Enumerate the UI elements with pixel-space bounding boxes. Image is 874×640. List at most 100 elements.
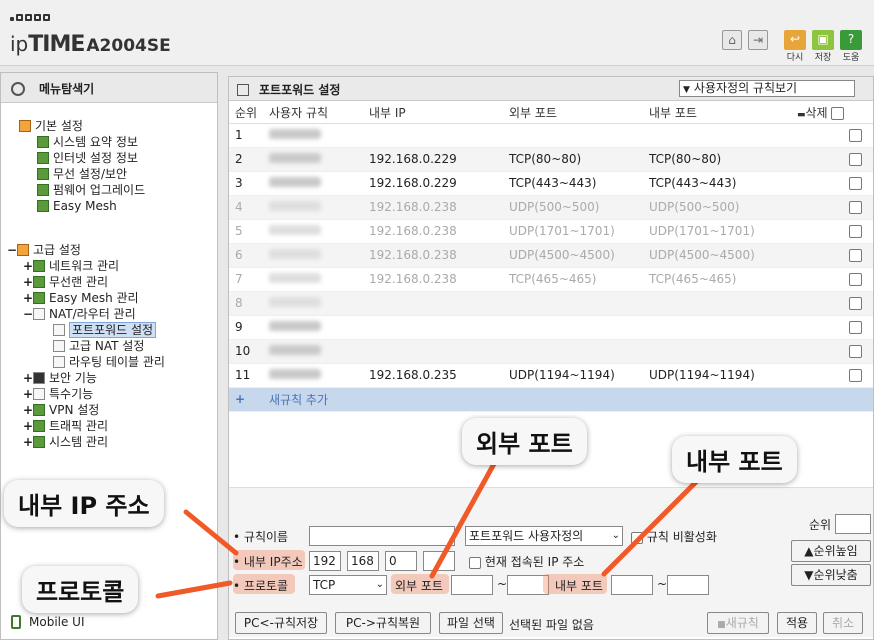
restart-button[interactable]: ↩ xyxy=(784,30,806,50)
rule-name xyxy=(269,315,369,340)
tree-item-traffic[interactable]: + 트래픽 관리 xyxy=(23,418,108,434)
tree-item-routing-table[interactable]: 라우팅 테이블 관리 xyxy=(53,354,165,370)
rule-outer-port: TCP(465~465) xyxy=(509,267,649,292)
table-row[interactable]: 10 xyxy=(229,339,873,364)
rule-inner-ip: 192.168.0.238 xyxy=(369,219,509,244)
table-row[interactable]: 5 192.168.0.238 UDP(1701~1701) UDP(1701~170… xyxy=(229,219,873,244)
delete-checkbox[interactable] xyxy=(849,345,862,358)
new-rule-row[interactable]: + 새규칙 추가 xyxy=(229,387,873,412)
tree-item-port-forward[interactable]: 포트포워드 설정 xyxy=(53,322,157,338)
tree-item-wireless[interactable]: 무선 설정/보안 xyxy=(37,166,127,182)
table-row[interactable]: 8 xyxy=(229,291,873,316)
tree-item-firmware[interactable]: 펌웨어 업그레이드 xyxy=(37,182,145,198)
table-row[interactable]: 9 xyxy=(229,315,873,340)
cancel-button[interactable]: 취소 xyxy=(823,612,863,634)
tree-item-security[interactable]: + 보안 기능 xyxy=(23,370,97,386)
restart-label: 다시 xyxy=(786,53,804,63)
rank-up-button[interactable]: ▲순위높임 xyxy=(791,540,871,562)
delete-checkbox[interactable] xyxy=(849,177,862,190)
view-rules-select[interactable]: ▼ 사용자정의 규칙보기 xyxy=(679,80,855,97)
tree-item-vpn[interactable]: + VPN 설정 xyxy=(23,402,99,418)
wifi-icon xyxy=(33,276,45,288)
file-select-button[interactable]: 파일 선택 xyxy=(439,612,503,634)
window-icon xyxy=(237,84,249,96)
disable-rule[interactable]: 규칙 비활성화 xyxy=(631,528,717,545)
rule-name-input[interactable] xyxy=(309,526,455,546)
tree-item-system[interactable]: + 시스템 관리 xyxy=(23,434,108,450)
table-row[interactable]: 3 192.168.0.229 TCP(443~443) TCP(443~443) xyxy=(229,171,873,196)
tree-item-internet-info[interactable]: 인터넷 설정 정보 xyxy=(37,150,138,166)
tree-item-system-summary[interactable]: 시스템 요약 정보 xyxy=(37,134,138,150)
outer-port-start[interactable] xyxy=(451,575,493,595)
table-row[interactable]: 1 xyxy=(229,123,873,148)
rule-type-select[interactable]: 포트포워드 사용자정의 ⌄ xyxy=(465,526,623,546)
home-icon[interactable]: ⌂ xyxy=(722,30,742,50)
protocol-select[interactable]: TCP ⌄ xyxy=(309,575,387,595)
tree-item-easymesh-manage[interactable]: + Easy Mesh 관리 xyxy=(23,290,139,306)
ip-octet-2[interactable]: 168 xyxy=(347,551,379,571)
delete-checkbox[interactable] xyxy=(849,297,862,310)
rule-name xyxy=(269,123,369,148)
pc-restore-button[interactable]: PC->규칙복원 xyxy=(335,612,431,634)
rule-inner-port: UDP(1701~1701) xyxy=(649,219,789,244)
disable-rule-checkbox[interactable] xyxy=(631,531,643,544)
delete-checkbox[interactable] xyxy=(849,201,862,214)
rule-inner-port: TCP(443~443) xyxy=(649,171,789,196)
delete-checkbox[interactable] xyxy=(849,225,862,238)
delete-checkbox[interactable] xyxy=(849,321,862,334)
table-row[interactable]: 6 192.168.0.238 UDP(4500~4500) UDP(4500~450… xyxy=(229,243,873,268)
rule-num: 11 xyxy=(229,363,269,388)
rule-inner-ip: 192.168.0.238 xyxy=(369,267,509,292)
rank-down-button[interactable]: ▼순위낮춤 xyxy=(791,564,871,586)
current-ip[interactable]: 현재 접속된 IP 주소 xyxy=(469,553,584,570)
table-row[interactable]: 7 192.168.0.238 TCP(465~465) TCP(465~465) xyxy=(229,267,873,292)
folder-icon xyxy=(17,244,29,256)
ip-octet-1[interactable]: 192 xyxy=(309,551,341,571)
delete-checkbox[interactable] xyxy=(849,369,862,382)
tree-item-network[interactable]: + 네트워크 관리 xyxy=(23,258,119,274)
apply-button[interactable]: 적용 xyxy=(777,612,817,634)
pc-save-button[interactable]: PC<-규칙저장 xyxy=(235,612,327,634)
help-button[interactable]: ? xyxy=(840,30,862,50)
tree-advanced-settings[interactable]: − 고급 설정 xyxy=(7,242,81,258)
page-icon xyxy=(53,324,65,336)
inner-port-label: 내부 포트 xyxy=(555,579,603,593)
delete-checkbox[interactable] xyxy=(849,273,862,286)
callout-inner-port: 내부 포트 xyxy=(672,436,797,483)
logout-icon[interactable]: ⇥ xyxy=(748,30,768,50)
tree-item-easymesh[interactable]: Easy Mesh xyxy=(37,198,117,214)
current-ip-checkbox[interactable] xyxy=(469,556,481,569)
table-row[interactable]: 11 192.168.0.235 UDP(1194~1194) UDP(1194~11… xyxy=(229,363,873,388)
new-rule-button[interactable]: ■새규칙 xyxy=(707,612,769,634)
table-row[interactable]: 2 192.168.0.229 TCP(80~80) TCP(80~80) xyxy=(229,147,873,172)
delete-checkbox[interactable] xyxy=(849,153,862,166)
rule-inner-port: UDP(1194~1194) xyxy=(649,363,789,388)
mobile-ui-link[interactable]: Mobile UI xyxy=(11,615,85,629)
special-icon xyxy=(33,388,45,400)
tree-item-advanced-nat[interactable]: 고급 NAT 설정 xyxy=(53,338,144,354)
ip-octet-4[interactable] xyxy=(423,551,455,571)
rank-input[interactable] xyxy=(835,514,871,534)
inner-port-end[interactable] xyxy=(667,575,709,595)
save-button[interactable]: ▣ xyxy=(812,30,834,50)
rule-num: 3 xyxy=(229,171,269,196)
col-num: 순위 xyxy=(229,103,269,124)
delete-checkbox[interactable] xyxy=(849,249,862,262)
table-row[interactable]: 4 192.168.0.238 UDP(500~500) UDP(500~500) xyxy=(229,195,873,220)
rule-inner-port xyxy=(649,339,789,364)
rule-num: 1 xyxy=(229,123,269,148)
delete-checkbox[interactable] xyxy=(849,129,862,142)
tree-basic-settings[interactable]: 기본 설정 xyxy=(19,118,83,134)
rule-num: 7 xyxy=(229,267,269,292)
delete-all-checkbox[interactable] xyxy=(831,107,845,121)
tree-item-special[interactable]: + 특수기능 xyxy=(23,386,93,402)
rule-num: 9 xyxy=(229,315,269,340)
col-outer-port: 외부 포트 xyxy=(509,103,649,124)
inner-port-start[interactable] xyxy=(611,575,653,595)
new-rule-link[interactable]: 새규칙 추가 xyxy=(269,387,873,412)
rule-name xyxy=(269,171,369,196)
tree-item-nat[interactable]: − NAT/라우터 관리 xyxy=(23,306,136,322)
rule-inner-ip xyxy=(369,339,509,364)
ip-octet-3[interactable]: 0 xyxy=(385,551,417,571)
tree-item-wlan[interactable]: + 무선랜 관리 xyxy=(23,274,108,290)
